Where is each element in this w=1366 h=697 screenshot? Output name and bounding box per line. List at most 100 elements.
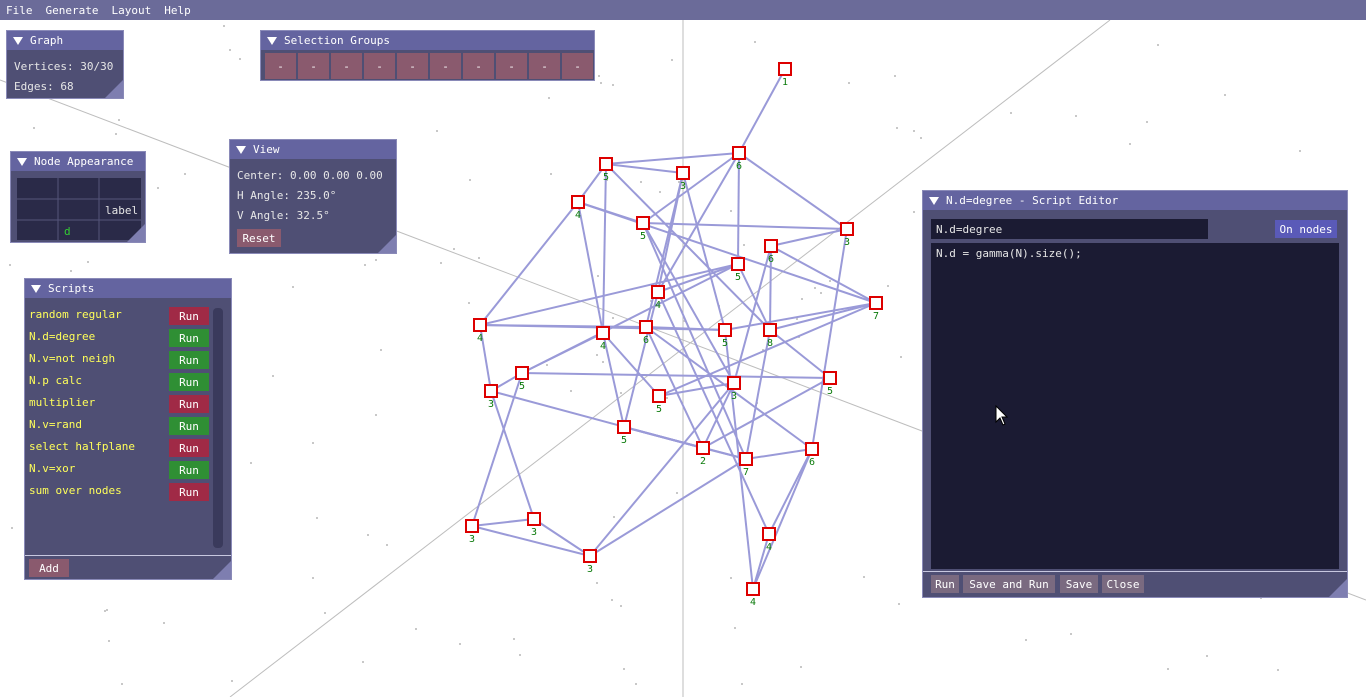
selection-group-2[interactable]: - (298, 53, 329, 79)
background-dot (380, 349, 382, 351)
graph-node[interactable] (731, 257, 745, 271)
graph-node[interactable] (732, 146, 746, 160)
save-and-run-button[interactable]: Save and Run (963, 575, 1055, 593)
selection-group-6[interactable]: - (430, 53, 461, 79)
graph-node[interactable] (869, 296, 883, 310)
selection-group-7[interactable]: - (463, 53, 494, 79)
graph-edge (602, 332, 625, 428)
background-dot (513, 638, 515, 640)
background-dot (87, 261, 89, 263)
background-dot (887, 285, 889, 287)
graph-node[interactable] (652, 389, 666, 403)
graph-node[interactable] (484, 384, 498, 398)
close-button[interactable]: Close (1102, 575, 1144, 593)
node-degree-label: 6 (809, 457, 815, 468)
resize-grip-icon[interactable] (213, 561, 231, 579)
graph-node[interactable] (696, 441, 710, 455)
vertices-count: Vertices: 30/30 (14, 60, 114, 73)
view-title[interactable]: View (230, 140, 396, 159)
graph-node[interactable] (515, 366, 529, 380)
graph-node[interactable] (571, 195, 585, 209)
menu-layout[interactable]: Layout (105, 4, 158, 17)
save-button[interactable]: Save (1060, 575, 1098, 593)
menu-generate[interactable]: Generate (40, 4, 106, 17)
graph-node[interactable] (473, 318, 487, 332)
add-script-button[interactable]: Add (29, 559, 69, 577)
selection-group-9[interactable]: - (529, 53, 560, 79)
background-dot (796, 318, 798, 320)
collapse-icon[interactable] (17, 157, 27, 166)
scripts-scrollbar[interactable] (213, 308, 223, 548)
selection-group-4[interactable]: - (364, 53, 395, 79)
selection-group-10[interactable]: - (562, 53, 593, 79)
graph-node[interactable] (465, 519, 479, 533)
run-script-button[interactable]: Run (169, 439, 209, 457)
background-dot (1146, 121, 1148, 123)
graph-node[interactable] (599, 157, 613, 171)
run-script-button[interactable]: Run (169, 307, 209, 325)
run-script-button[interactable]: Run (169, 417, 209, 435)
graph-node[interactable] (617, 420, 631, 434)
collapse-icon[interactable] (929, 196, 939, 205)
resize-grip-icon[interactable] (378, 235, 396, 253)
graph-node[interactable] (583, 549, 597, 563)
background-dot (375, 259, 377, 261)
run-script-button[interactable]: Run (169, 373, 209, 391)
collapse-icon[interactable] (236, 145, 246, 154)
graph-node[interactable] (676, 166, 690, 180)
background-dot (620, 392, 622, 394)
menu-file[interactable]: File (0, 4, 40, 17)
graph-nodes[interactable]: 1 6 5 3 4 5 3 6 5 7 4 6 4 5 8 4 3 5 5 3 5 3 5 7 6 3 3 4 4 2 (465, 62, 883, 608)
graph-edge (768, 448, 813, 535)
graph-window-title[interactable]: Graph (7, 31, 123, 50)
graph-node[interactable] (739, 452, 753, 466)
graph-node[interactable] (805, 442, 819, 456)
background-dot (362, 661, 364, 663)
run-script-button[interactable]: Run (169, 483, 209, 501)
selection-group-3[interactable]: - (331, 53, 362, 79)
graph-node[interactable] (840, 222, 854, 236)
selection-group-5[interactable]: - (397, 53, 428, 79)
background-dot (468, 302, 470, 304)
editor-title[interactable]: N.d=degree - Script Editor (923, 191, 1347, 210)
scripts-title[interactable]: Scripts (25, 279, 231, 298)
run-button[interactable]: Run (931, 575, 959, 593)
collapse-icon[interactable] (267, 36, 277, 45)
menu-help[interactable]: Help (158, 4, 198, 17)
collapse-icon[interactable] (31, 284, 41, 293)
graph-node[interactable] (746, 582, 760, 596)
graph-node[interactable] (823, 371, 837, 385)
selection-groups-title[interactable]: Selection Groups (261, 31, 594, 50)
run-script-button[interactable]: Run (169, 461, 209, 479)
resize-grip-icon[interactable] (105, 80, 123, 98)
graph-node[interactable] (762, 527, 776, 541)
graph-node[interactable] (636, 216, 650, 230)
menu-bar: File Generate Layout Help (0, 0, 1366, 20)
graph-node[interactable] (639, 320, 653, 334)
graph-node[interactable] (596, 326, 610, 340)
script-name-input[interactable]: N.d=degree (931, 219, 1208, 239)
graph-node[interactable] (527, 512, 541, 526)
background-dot (118, 119, 120, 121)
run-script-button[interactable]: Run (169, 351, 209, 369)
reset-button[interactable]: Reset (237, 229, 281, 247)
node-appearance-title[interactable]: Node Appearance (11, 152, 145, 171)
on-nodes-toggle[interactable]: On nodes (1275, 220, 1337, 238)
graph-edge (745, 448, 813, 460)
run-script-button[interactable]: Run (169, 329, 209, 347)
graph-node[interactable] (727, 376, 741, 390)
resize-grip-icon[interactable] (127, 224, 145, 242)
resize-grip-icon[interactable] (1329, 579, 1347, 597)
graph-node[interactable] (764, 239, 778, 253)
graph-node[interactable] (718, 323, 732, 337)
background-dot (612, 317, 614, 319)
graph-edge (702, 377, 831, 449)
code-editor[interactable]: N.d = gamma(N).size(); (931, 243, 1339, 569)
run-script-button[interactable]: Run (169, 395, 209, 413)
graph-node[interactable] (763, 323, 777, 337)
graph-node[interactable] (651, 285, 665, 299)
graph-node[interactable] (778, 62, 792, 76)
selection-group-1[interactable]: - (265, 53, 296, 79)
selection-group-8[interactable]: - (496, 53, 527, 79)
collapse-icon[interactable] (13, 36, 23, 45)
